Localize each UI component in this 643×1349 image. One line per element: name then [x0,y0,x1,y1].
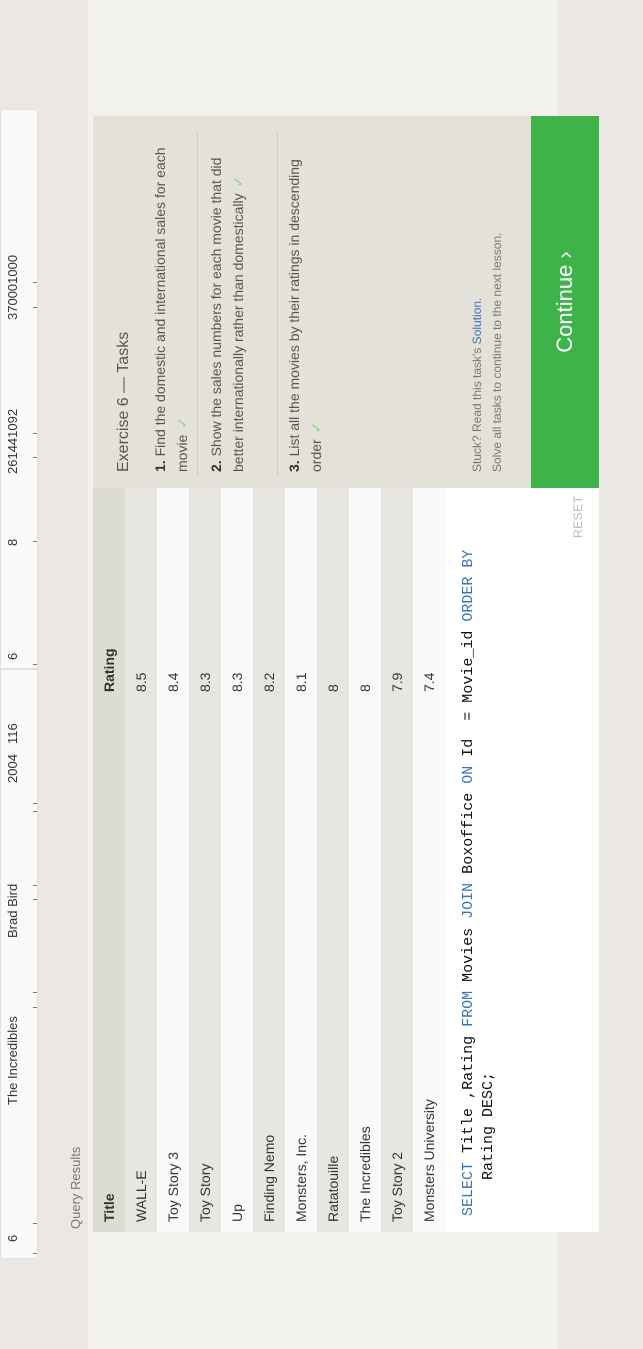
table-cell: 8 [357,684,373,692]
task-number: 1. [152,460,168,472]
task-divider [277,131,278,476]
page-stage: 6 The Incredibles Brad Bird 2004 116 6 8… [0,0,643,1349]
help-text: Stuck? Read this task's Solution. Solve … [467,233,507,472]
solve-all-text: Solve all tasks to continue to the next … [490,232,504,472]
task-divider [197,131,198,476]
continue-button[interactable]: Continue › [531,116,599,488]
bg-cell: 370001000 [5,254,20,320]
table-cell: Finding Nemo [261,1134,277,1222]
bg-cell: 116 [5,723,20,744]
reset-button[interactable]: RESET [571,495,585,538]
table-cell: Up [229,1204,245,1222]
query-results-label: Query Results [68,1146,83,1229]
task-number: 2. [208,460,224,472]
table-cell: Toy Story 3 [165,1151,181,1222]
checkmark-icon: ✓ [308,421,324,434]
task-item: 2. Show the sales numbers for each movie… [205,132,249,472]
sql-keyword: BY [460,549,477,568]
sql-line-2: Rating DESC; [480,1071,497,1180]
table-cell: 7.4 [421,672,437,692]
stuck-suffix: . [470,297,484,301]
bg-cell: 6 [5,1234,20,1242]
sql-editor[interactable]: SELECT Title ,Rating FROM Movies JOIN Bo… [447,488,599,1232]
tasks-title: Exercise 6 — Tasks [115,331,132,472]
table-cell: 7.9 [389,672,405,692]
task-text: Show the sales numbers for each movie th… [208,157,246,472]
checkmark-icon: ✓ [174,416,190,429]
checkmark-icon: ✓ [230,175,246,188]
table-cell: Toy Story [197,1163,213,1222]
table-cell: 8.2 [261,672,277,692]
table-cell: The Incredibles [357,1126,373,1222]
bg-cell: 6 [5,652,20,660]
table-cell: 8.3 [197,672,213,692]
bg-cell: 261441092 [5,408,20,474]
sql-line-1: SELECT Title ,Rating FROM Movies JOIN Bo… [460,549,477,1216]
column-header: Rating [101,648,117,692]
stuck-prefix: Stuck? Read this task's [470,344,484,472]
bg-cell: 2004 [5,754,20,783]
bg-cell: Brad Bird [5,883,20,938]
bg-cell: 8 [5,538,20,546]
solution-link[interactable]: Solution [470,301,484,344]
bg-row-fragments [33,110,37,668]
background-table-left: 6 The Incredibles Brad Bird 2004 116 [0,669,38,1259]
table-cell: 8.1 [293,672,309,692]
table-cell: 8.5 [133,672,149,692]
sql-keyword: SELECT [460,1161,477,1216]
table-cell: Ratatouille [325,1155,341,1222]
table-cell: WALL-E [133,1170,149,1222]
table-cell: 8 [325,684,341,692]
tasks-panel: Exercise 6 — Tasks 1. Find the domestic … [93,116,531,488]
background-table-right: 6 8 261441092 370001000 [0,109,38,669]
task-number: 3. [286,460,302,472]
sql-keyword: ORDER [460,576,477,622]
sql-code[interactable]: SELECT Title ,Rating FROM Movies JOIN Bo… [459,550,499,1216]
table-cell: 8.4 [165,672,181,692]
table-cell: Monsters, Inc. [293,1134,309,1222]
column-header: Title [101,1193,117,1222]
task-item: 1. Find the domestic and international s… [149,132,193,472]
task-item: 3. List all the movies by their ratings … [283,132,327,472]
table-cell: Toy Story 2 [389,1151,405,1222]
bg-cell: The Incredibles [5,1016,20,1105]
sql-keyword: ON [460,765,477,784]
bg-row-fragments [33,670,37,1258]
sql-keyword: JOIN [460,882,477,919]
table-cell: Monsters University [421,1099,437,1222]
sql-keyword: FROM [460,990,477,1027]
table-cell: 8.3 [229,672,245,692]
